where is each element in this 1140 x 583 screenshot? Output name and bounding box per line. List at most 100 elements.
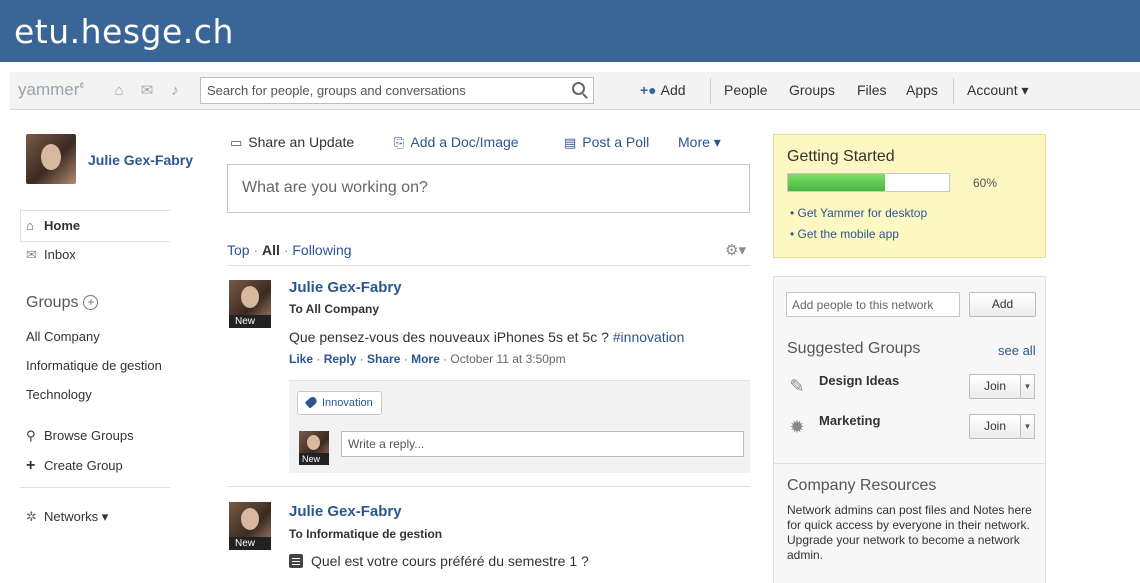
progress-fill — [788, 174, 885, 191]
post-author[interactable]: Julie Gex-Fabry — [289, 503, 402, 520]
paperclip-icon: ⎘ — [394, 135, 405, 150]
panel-divider — [773, 463, 1046, 464]
post-target[interactable]: To All Company — [289, 302, 379, 316]
site-banner: etu.hesge.ch — [0, 0, 1140, 62]
post-timestamp: October 11 at 3:50pm — [450, 352, 566, 366]
nav-files[interactable]: Files — [857, 82, 887, 98]
join-dropdown-caret[interactable]: ▼ — [1021, 414, 1035, 439]
search-icon: ⚲ — [26, 428, 36, 443]
publisher-input[interactable] — [228, 165, 728, 210]
nav-separator — [710, 78, 711, 104]
feed-divider — [227, 486, 750, 487]
yammer-logo[interactable]: yammer¢ — [18, 80, 84, 100]
tag-icon — [304, 395, 319, 409]
sidebar-item-inbox[interactable]: ✉ Inbox — [26, 247, 76, 263]
nav-account[interactable]: Account ▾ — [967, 82, 1029, 99]
network-icon: ✲ — [26, 509, 37, 524]
inbox-icon[interactable]: ✉ — [138, 82, 156, 100]
home-icon[interactable]: ⌂ — [110, 82, 128, 100]
hashtag-link[interactable]: #innovation — [613, 329, 685, 345]
nav-groups[interactable]: Groups — [789, 82, 835, 98]
tab-more[interactable]: More ▾ — [678, 134, 721, 151]
group-name[interactable]: Design Ideas — [819, 373, 899, 388]
groups-heading: Groups + — [26, 294, 99, 312]
post-body: Que pensez-vous des nouveaux iPhones 5s … — [289, 329, 685, 345]
getting-started-title: Getting Started — [787, 148, 895, 165]
gear-icon[interactable]: ⚙▾ — [725, 241, 746, 259]
add-group-icon[interactable]: + — [83, 295, 99, 310]
sidebar-divider — [20, 487, 170, 488]
join-button[interactable]: Join — [969, 414, 1021, 439]
feed-divider — [227, 265, 750, 266]
filter-top[interactable]: Top — [227, 242, 250, 258]
profile-photo[interactable] — [26, 134, 76, 184]
see-all-link[interactable]: see all — [998, 343, 1036, 358]
new-badge: New — [229, 537, 271, 550]
join-dropdown-caret[interactable]: ▼ — [1021, 374, 1035, 399]
sidebar-item-create-group[interactable]: + Create Group — [26, 457, 123, 475]
post-actions: Like · Reply · Share · More · October 11… — [289, 352, 566, 366]
publisher-box[interactable] — [227, 164, 750, 213]
add-person-icon: +● — [640, 82, 657, 98]
reply-box[interactable] — [341, 431, 744, 457]
reply-link[interactable]: Reply — [324, 352, 357, 366]
group-name[interactable]: Marketing — [819, 413, 880, 428]
sidebar-item-home[interactable]: ⌂ Home — [26, 218, 80, 233]
like-link[interactable]: Like — [289, 352, 313, 366]
topic-tag[interactable]: Innovation — [297, 391, 382, 415]
reply-avatar: New — [299, 431, 329, 465]
reply-input[interactable] — [342, 432, 737, 456]
home-icon: ⌂ — [26, 218, 34, 233]
post-avatar[interactable]: New — [229, 502, 271, 550]
reply-area: Innovation New — [289, 380, 750, 473]
getting-started-progress — [787, 173, 950, 192]
add-button[interactable]: +● Add — [640, 82, 686, 98]
tab-add-doc[interactable]: ⎘ Add a Doc/Image — [394, 134, 519, 151]
invite-input[interactable] — [787, 293, 955, 316]
new-badge: New — [299, 453, 329, 465]
poll-icon: ▤ — [564, 135, 577, 150]
search-box[interactable] — [200, 77, 594, 104]
sidebar-group-item[interactable]: Informatique de gestion — [26, 358, 162, 373]
filter-all[interactable]: All — [262, 242, 280, 258]
invite-box[interactable] — [786, 292, 960, 317]
site-title: etu.hesge.ch — [14, 12, 234, 51]
share-link[interactable]: Share — [367, 352, 400, 366]
filter-following[interactable]: Following — [292, 242, 351, 258]
inbox-icon: ✉ — [26, 247, 37, 262]
speech-bubble-icon: ▭ — [230, 135, 243, 150]
sidebar-item-networks[interactable]: ✲ Networks ▾ — [26, 509, 108, 525]
link-get-mobile[interactable]: • Get the mobile app — [790, 227, 899, 241]
post-target[interactable]: To Informatique de gestion — [289, 527, 442, 541]
join-button[interactable]: Join — [969, 374, 1021, 399]
plus-icon: + — [26, 457, 36, 474]
more-link[interactable]: More — [411, 352, 440, 366]
search-icon[interactable] — [572, 82, 585, 95]
marketing-icon: ✹ — [789, 417, 805, 437]
new-badge: New — [229, 315, 271, 328]
profile-name[interactable]: Julie Gex-Fabry — [88, 152, 193, 168]
tab-post-poll[interactable]: ▤ Post a Poll — [564, 134, 649, 151]
nav-apps[interactable]: Apps — [906, 82, 938, 98]
poll-icon — [289, 554, 303, 568]
design-ideas-icon: ✎ — [789, 376, 805, 396]
tab-share-update[interactable]: ▭ Share an Update — [230, 134, 354, 151]
company-resources-text: Network admins can post files and Notes … — [787, 503, 1032, 562]
post-avatar[interactable]: New — [229, 280, 271, 328]
link-get-desktop[interactable]: • Get Yammer for desktop — [790, 206, 927, 220]
search-input[interactable] — [201, 78, 561, 103]
nav-separator — [953, 78, 954, 104]
invite-add-button[interactable]: Add — [969, 292, 1036, 317]
nav-strip: yammer¢ ⌂ ✉ ♪ +●Add People Groups Files … — [10, 72, 1140, 110]
nav-people[interactable]: People — [724, 82, 768, 98]
progress-percent: 60% — [973, 176, 998, 190]
post-body: Quel est votre cours préféré du semestre… — [289, 553, 589, 569]
post-author[interactable]: Julie Gex-Fabry — [289, 279, 402, 296]
sidebar-item-browse-groups[interactable]: ⚲ Browse Groups — [26, 428, 134, 444]
company-resources-title: Company Resources — [787, 477, 937, 494]
bell-icon[interactable]: ♪ — [166, 82, 184, 100]
sidebar-group-item[interactable]: Technology — [26, 387, 92, 402]
suggested-groups-title: Suggested Groups — [787, 340, 921, 357]
sidebar-group-item[interactable]: All Company — [26, 329, 100, 344]
feed-filter: Top · All · Following — [227, 242, 352, 258]
